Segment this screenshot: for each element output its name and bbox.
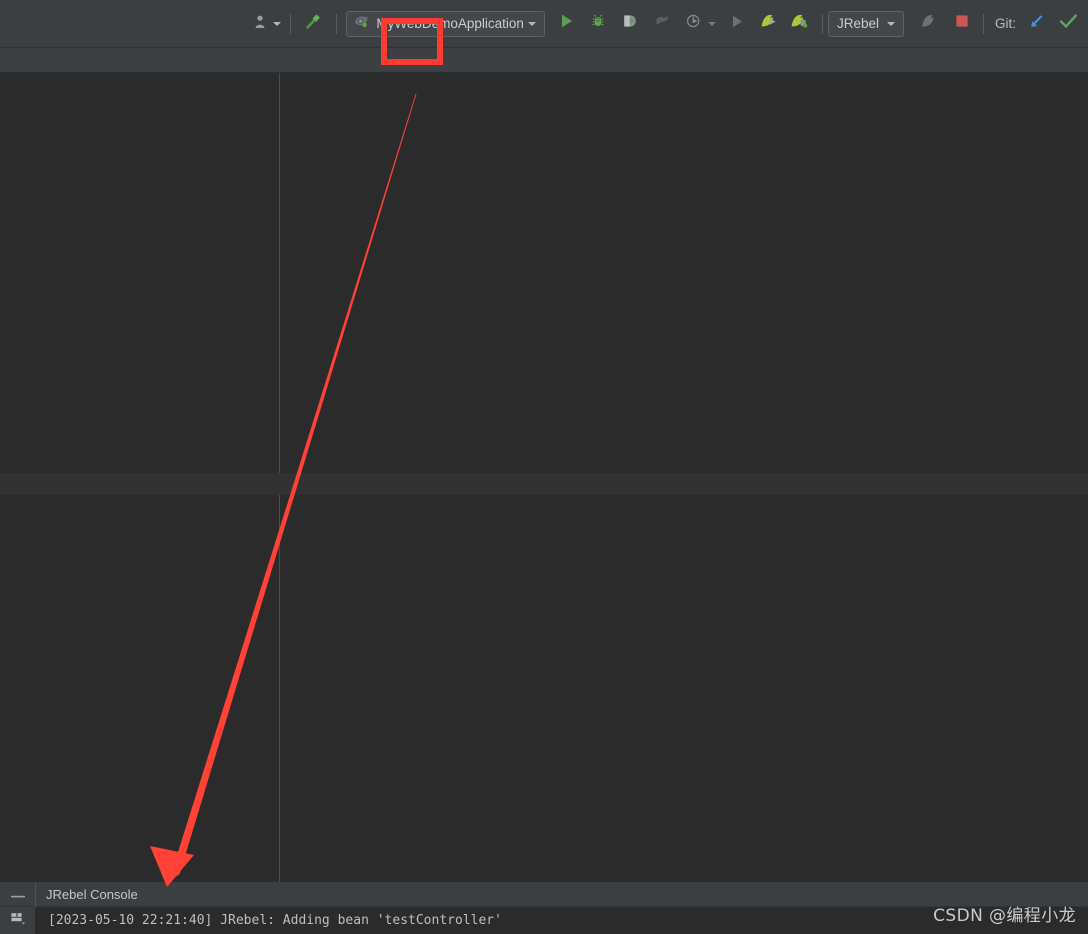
build-hammer-icon	[303, 13, 321, 35]
chevron-down-icon	[707, 21, 716, 26]
chevron-down-icon	[273, 21, 282, 26]
navigation-breadcrumb-bar	[0, 48, 1088, 73]
console-output-area[interactable]: [2023-05-10 22:21:40] JRebel: Adding bea…	[0, 907, 1088, 934]
run-with-coverage-button[interactable]	[618, 11, 642, 37]
git-update-project-button[interactable]	[1024, 11, 1049, 37]
jrebel-selector[interactable]: JRebel	[827, 10, 904, 37]
debug-button[interactable]	[586, 11, 610, 37]
main-toolbar: MyWebDemoApplication JRebel Git:	[0, 0, 1088, 48]
console-header: JRebel Console	[0, 881, 1088, 907]
more-run-options-button[interactable]	[706, 11, 718, 37]
attach-process-button[interactable]	[916, 11, 941, 37]
profiler-button[interactable]	[650, 11, 674, 37]
stop-square-icon	[955, 14, 969, 33]
jrebel-label: JRebel	[836, 16, 879, 31]
editor-area[interactable]	[0, 73, 1088, 882]
toolbar-separator-2	[336, 13, 338, 34]
layout-grid-icon[interactable]	[9, 910, 27, 931]
jrebel-debug-icon	[790, 13, 808, 34]
user-account-icon	[255, 14, 269, 34]
jrebel-run-icon	[760, 13, 778, 34]
toolbar-separator-1	[290, 13, 292, 34]
jrebel-debug-button[interactable]	[786, 11, 812, 37]
toolbar-separator-4	[982, 13, 984, 34]
jrebel-run-button[interactable]	[756, 11, 782, 37]
build-project-button[interactable]	[296, 11, 328, 37]
resume-program-button[interactable]	[726, 11, 748, 37]
minimize-icon	[10, 885, 25, 903]
resume-play-icon	[730, 14, 744, 34]
attach-process-icon	[920, 13, 937, 34]
stop-button[interactable]	[951, 11, 973, 37]
user-account-button[interactable]	[249, 11, 285, 37]
console-log-line: [2023-05-10 22:21:40] JRebel: Adding bea…	[48, 913, 502, 928]
run-play-icon	[559, 13, 574, 34]
toolbar-left-group: MyWebDemoApplication JRebel Git:	[249, 10, 1082, 37]
watermark: CSDN @编程小龙	[933, 906, 1076, 926]
run-button[interactable]	[555, 11, 578, 37]
git-commit-button[interactable]	[1055, 11, 1082, 37]
toolbar-separator-3	[821, 13, 823, 34]
spring-boot-run-config-icon	[353, 13, 370, 34]
profiler-icon	[654, 14, 670, 33]
jrebel-console-tool-window: JRebel Console [2023-05-10 22:21:40] JRe…	[0, 881, 1088, 934]
coverage-icon	[622, 13, 638, 34]
commit-checkmark-icon	[1059, 13, 1078, 35]
editor-split-divider	[0, 473, 1088, 495]
debug-bug-icon	[590, 13, 606, 34]
update-project-arrow-icon	[1028, 13, 1045, 35]
chevron-down-icon	[527, 21, 536, 26]
console-gutter[interactable]	[0, 907, 35, 934]
minimize-tool-window-button[interactable]	[0, 882, 35, 907]
console-title: JRebel Console	[46, 886, 138, 902]
run-configuration-selector[interactable]: MyWebDemoApplication	[346, 10, 545, 37]
run-services-icon	[686, 13, 702, 34]
run-dashboard-button[interactable]	[682, 11, 706, 37]
chevron-down-icon	[886, 21, 895, 26]
console-header-divider	[35, 881, 36, 907]
git-label: Git:	[994, 16, 1016, 31]
run-configuration-label: MyWebDemoApplication	[376, 16, 524, 31]
